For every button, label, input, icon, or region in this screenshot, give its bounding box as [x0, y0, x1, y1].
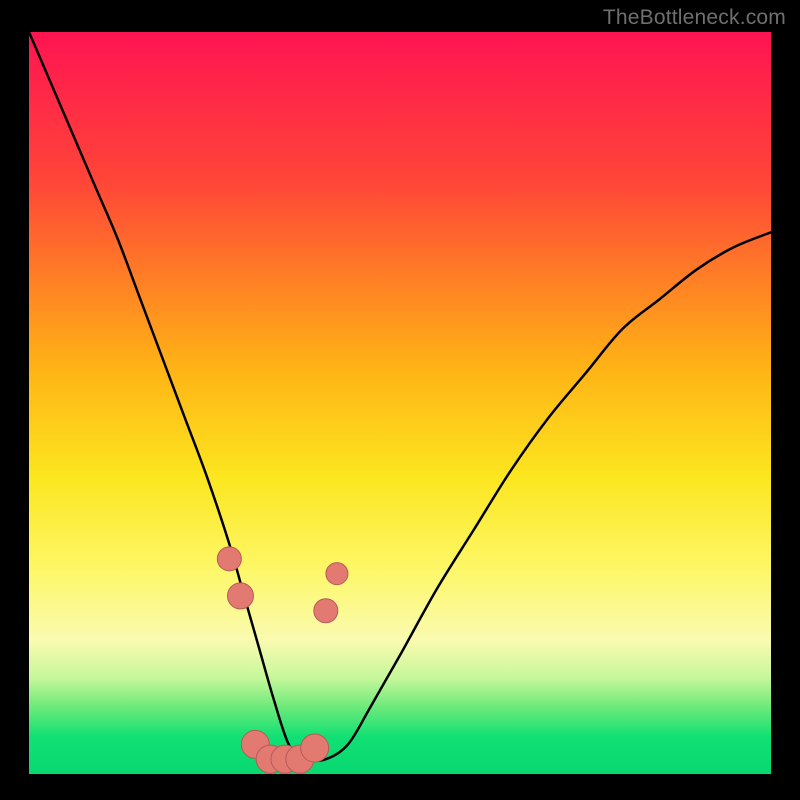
highlight-dot: [326, 563, 348, 585]
chart-canvas: TheBottleneck.com: [0, 0, 800, 800]
highlight-dot: [301, 734, 329, 762]
watermark-text: TheBottleneck.com: [603, 6, 786, 30]
gradient-background: [29, 32, 771, 774]
highlight-dot: [314, 599, 338, 623]
highlight-dot: [227, 583, 253, 609]
highlight-dot: [217, 547, 241, 571]
plot-svg: [0, 0, 800, 800]
